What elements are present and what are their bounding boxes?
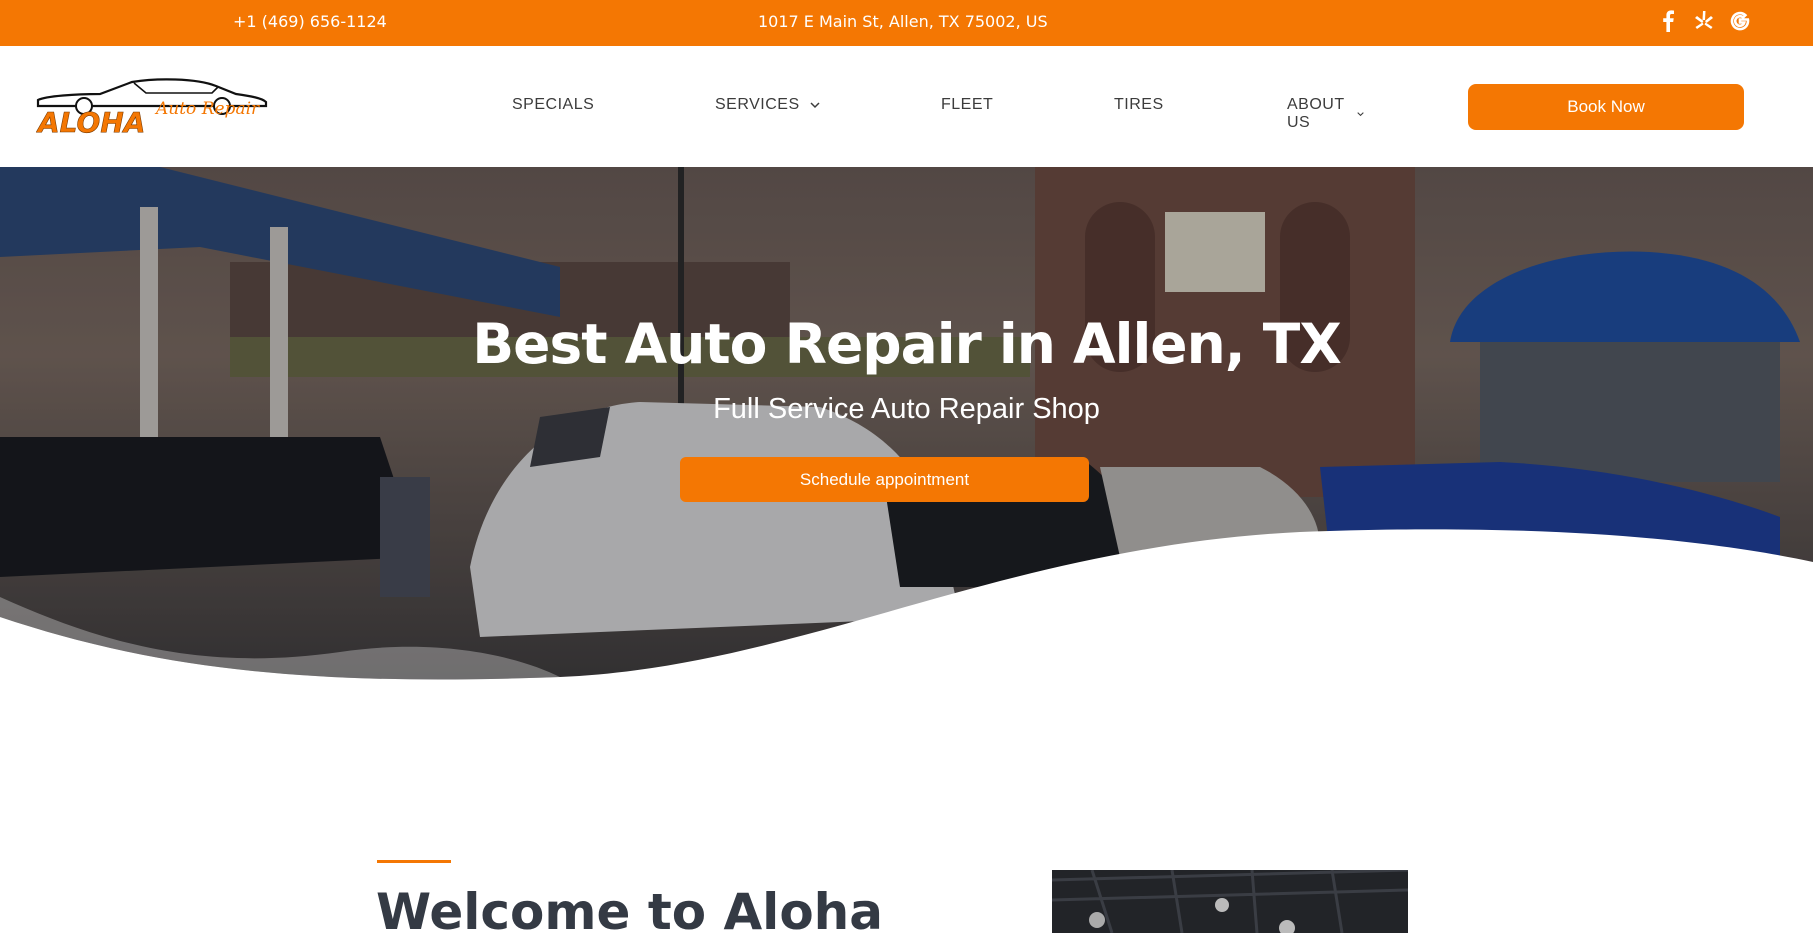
nav-fleet-label: FLEET [941, 96, 994, 113]
hero-subtitle: Full Service Auto Repair Shop [713, 393, 1100, 425]
nav-specials-label: SPECIALS [512, 96, 595, 113]
svg-text:Auto Repair: Auto Repair [154, 99, 260, 119]
nav-tires-label: TIRES [1114, 96, 1164, 113]
phone-link[interactable]: +1 (469) 656-1124 [233, 12, 387, 31]
main-header: ALOHA Auto Repair SPECIALS SERVICES FLEE… [0, 46, 1813, 167]
nav-services[interactable]: SERVICES [715, 96, 820, 114]
book-now-button[interactable]: Book Now [1468, 84, 1744, 130]
section-accent-line [377, 860, 451, 863]
address-link[interactable]: 1017 E Main St, Allen, TX 75002, US [758, 12, 1048, 31]
google-icon[interactable] [1729, 8, 1751, 34]
top-bar: +1 (469) 656-1124 1017 E Main St, Allen,… [0, 0, 1813, 46]
nav-fleet[interactable]: FLEET [941, 96, 993, 114]
hero-background-image [0, 167, 1813, 707]
chevron-down-icon [810, 102, 820, 109]
nav-services-label: SERVICES [715, 96, 800, 113]
aloha-logo[interactable]: ALOHA Auto Repair [36, 76, 270, 139]
nav-about-us[interactable]: ABOUT US [1287, 96, 1364, 132]
chevron-down-icon [1357, 112, 1364, 117]
nav-specials[interactable]: SPECIALS [512, 96, 594, 114]
schedule-appointment-button[interactable]: Schedule appointment [680, 457, 1089, 502]
svg-text:ALOHA: ALOHA [36, 106, 145, 138]
hero-title: Best Auto Repair in Allen, TX [472, 312, 1341, 376]
nav-tires[interactable]: TIRES [1114, 96, 1164, 114]
garage-interior-image [1052, 870, 1408, 933]
welcome-heading: Welcome to Aloha [376, 883, 884, 941]
social-links [1657, 8, 1751, 34]
yelp-icon[interactable] [1693, 8, 1715, 34]
facebook-icon[interactable] [1657, 8, 1679, 34]
nav-about-us-label: ABOUT US [1287, 96, 1345, 131]
hero-section: Best Auto Repair in Allen, TX Full Servi… [0, 167, 1813, 707]
